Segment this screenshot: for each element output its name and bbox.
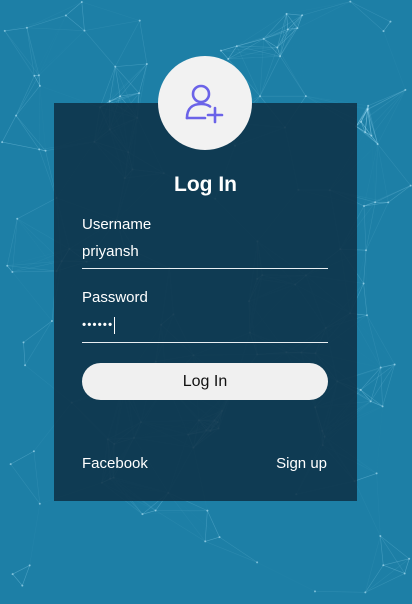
facebook-link[interactable]: Facebook	[82, 455, 148, 472]
username-field[interactable]: priyansh	[82, 243, 139, 260]
username-label: Username	[82, 216, 152, 233]
password-label: Password	[82, 289, 148, 306]
username-underline	[82, 268, 328, 269]
avatar	[158, 56, 252, 150]
text-caret	[114, 317, 116, 334]
password-field[interactable]: ••••••	[82, 317, 116, 334]
password-value: ••••••	[82, 317, 114, 332]
password-underline	[82, 342, 328, 343]
add-user-icon	[185, 84, 224, 124]
login-button[interactable]: Log In	[82, 363, 328, 400]
page-title: Log In	[174, 173, 237, 196]
signup-link[interactable]: Sign up	[276, 455, 327, 472]
